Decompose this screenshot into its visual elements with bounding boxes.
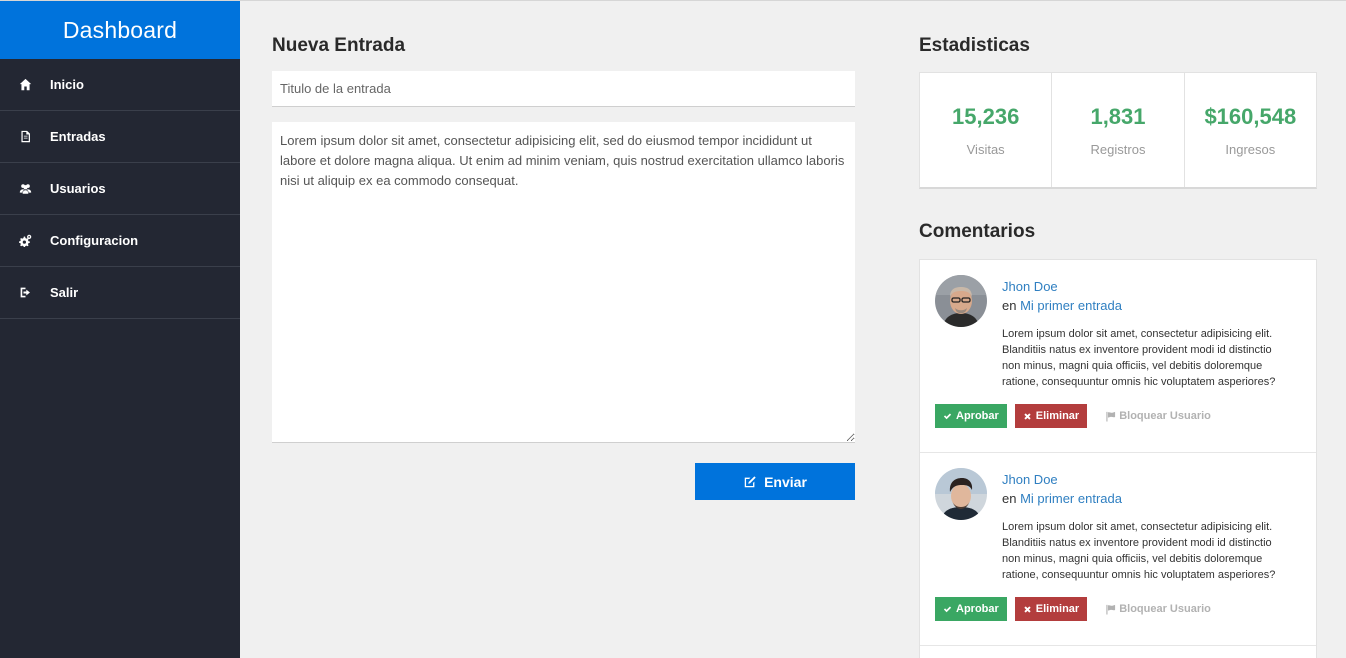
send-button[interactable]: Enviar bbox=[695, 463, 855, 500]
stats-panel: 15,236 Visitas 1,831 Registros $160,548 … bbox=[919, 72, 1317, 189]
comments-list: Jhon Doe en Mi primer entrada Lorem ipsu… bbox=[919, 259, 1317, 658]
flag-icon bbox=[1106, 604, 1116, 615]
stats-title: Estadisticas bbox=[919, 35, 1030, 56]
stat-value: 1,831 bbox=[1090, 103, 1146, 129]
stat-registros: 1,831 Registros bbox=[1052, 73, 1185, 187]
block-user-link[interactable]: Bloquear Usuario bbox=[1105, 410, 1211, 422]
cogs-icon bbox=[18, 234, 32, 248]
stat-visitas: 15,236 Visitas bbox=[920, 73, 1053, 187]
delete-label: Eliminar bbox=[1035, 603, 1080, 615]
comment-post-line: en Mi primer entrada bbox=[1002, 491, 1122, 506]
sidebar-item-label: Inicio bbox=[50, 77, 84, 92]
comment-actions: Aprobar Eliminar Bloquear Usuario bbox=[935, 404, 1211, 428]
sidebar-item-usuarios[interactable]: Usuarios bbox=[0, 163, 240, 215]
comment-item: Jhon Doe en Mi primer entrada Lorem ipsu… bbox=[920, 453, 1316, 646]
comment-text: Lorem ipsum dolor sit amet, consectetur … bbox=[1002, 521, 1276, 581]
comment-post-link[interactable]: Mi primer entrada bbox=[1020, 298, 1122, 313]
approve-label: Aprobar bbox=[956, 603, 999, 615]
sidebar-item-label: Entradas bbox=[50, 129, 106, 144]
delete-button[interactable]: Eliminar bbox=[1014, 404, 1088, 428]
sidebar: Dashboard Inicio Entradas Usuarios Confi… bbox=[0, 1, 240, 658]
new-entry-title: Nueva Entrada bbox=[272, 35, 406, 56]
comment-item: Jhon Doe en Mi primer entrada Lorem ipsu… bbox=[920, 260, 1316, 453]
stat-label: Visitas bbox=[966, 141, 1005, 157]
sidebar-item-inicio[interactable]: Inicio bbox=[0, 59, 240, 111]
sidebar-item-label: Configuracion bbox=[50, 233, 139, 248]
comments-title: Comentarios bbox=[919, 221, 1036, 242]
sidebar-item-configuracion[interactable]: Configuracion bbox=[0, 215, 240, 267]
approve-button[interactable]: Aprobar bbox=[935, 597, 1007, 621]
check-icon bbox=[943, 606, 952, 612]
document-icon bbox=[18, 130, 32, 144]
stat-value: $160,548 bbox=[1204, 103, 1297, 129]
avatar bbox=[935, 468, 987, 520]
check-icon bbox=[943, 413, 952, 419]
stat-label: Registros bbox=[1090, 141, 1146, 157]
comment-post-line: en Mi primer entrada bbox=[1002, 298, 1122, 313]
sidebar-item-label: Usuarios bbox=[50, 181, 106, 196]
stat-value: 15,236 bbox=[952, 103, 1020, 129]
sidebar-item-salir[interactable]: Salir bbox=[0, 267, 240, 319]
close-icon bbox=[1024, 605, 1031, 613]
sidebar-item-entradas[interactable]: Entradas bbox=[0, 111, 240, 163]
stat-ingresos: $160,548 Ingresos bbox=[1185, 73, 1316, 187]
brand-title[interactable]: Dashboard bbox=[0, 1, 240, 59]
block-user-label: Bloquear Usuario bbox=[1119, 410, 1211, 422]
comment-author-link[interactable]: Jhon Doe bbox=[1002, 279, 1058, 294]
entry-title-input[interactable] bbox=[272, 71, 855, 107]
comment-author-link[interactable]: Jhon Doe bbox=[1002, 472, 1058, 487]
delete-button[interactable]: Eliminar bbox=[1014, 597, 1088, 621]
comment-text: Lorem ipsum dolor sit amet, consectetur … bbox=[1002, 328, 1276, 388]
comment-post-link[interactable]: Mi primer entrada bbox=[1020, 491, 1122, 506]
home-icon bbox=[18, 78, 32, 92]
edit-icon bbox=[744, 475, 756, 487]
approve-button[interactable]: Aprobar bbox=[935, 404, 1007, 428]
close-icon bbox=[1024, 412, 1031, 420]
sidebar-item-label: Salir bbox=[50, 285, 79, 300]
send-button-label: Enviar bbox=[764, 473, 807, 490]
users-icon bbox=[18, 182, 32, 196]
block-user-link[interactable]: Bloquear Usuario bbox=[1105, 603, 1211, 615]
block-user-label: Bloquear Usuario bbox=[1119, 603, 1211, 615]
approve-label: Aprobar bbox=[956, 410, 999, 422]
comment-actions: Aprobar Eliminar Bloquear Usuario bbox=[935, 597, 1211, 621]
delete-label: Eliminar bbox=[1035, 410, 1080, 422]
comment-on-prefix: en bbox=[1002, 298, 1017, 313]
avatar bbox=[935, 275, 987, 327]
flag-icon bbox=[1106, 411, 1116, 422]
comment-on-prefix: en bbox=[1002, 491, 1017, 506]
entry-body-textarea[interactable]: Lorem ipsum dolor sit amet, consectetur … bbox=[272, 122, 855, 443]
sign-out-icon bbox=[18, 286, 32, 300]
stat-label: Ingresos bbox=[1225, 141, 1276, 157]
